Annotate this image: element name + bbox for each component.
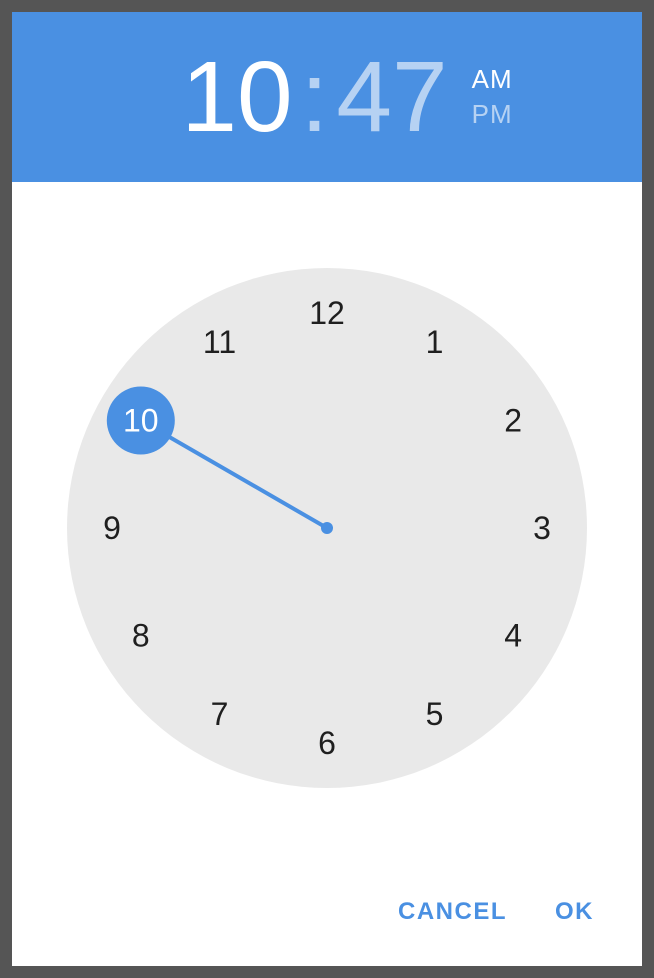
ampm-toggle: AM PM: [472, 64, 513, 130]
clock-hour-6[interactable]: 6: [318, 725, 336, 761]
clock-hour-5[interactable]: 5: [426, 696, 444, 732]
clock-hour-11[interactable]: 11: [203, 324, 236, 360]
minute-value[interactable]: 47: [336, 47, 447, 147]
clock-hour-8[interactable]: 8: [132, 618, 150, 654]
clock-body: 121234567891011: [12, 182, 642, 874]
dialog-actions: CANCEL OK: [12, 874, 642, 966]
clock-hour-9[interactable]: 9: [103, 510, 121, 546]
hour-value[interactable]: 10: [181, 47, 292, 147]
clock-hour-2[interactable]: 2: [504, 403, 522, 439]
clock-hour-3[interactable]: 3: [533, 510, 551, 546]
clock-hour-4[interactable]: 4: [504, 618, 522, 654]
clock-hour-7[interactable]: 7: [211, 696, 229, 732]
pm-option[interactable]: PM: [472, 99, 513, 130]
clock-face[interactable]: 121234567891011: [67, 268, 587, 788]
clock-hour-12[interactable]: 12: [309, 295, 345, 331]
time-display: 10 : 47 AM PM: [181, 47, 512, 147]
ok-button[interactable]: OK: [555, 898, 594, 926]
am-option[interactable]: AM: [472, 64, 513, 95]
time-header: 10 : 47 AM PM: [12, 12, 642, 182]
clock-hour-10[interactable]: 10: [123, 403, 159, 439]
time-colon: :: [301, 47, 329, 147]
cancel-button[interactable]: CANCEL: [398, 898, 507, 926]
clock-hour-1[interactable]: 1: [426, 324, 444, 360]
time-picker-dialog: 10 : 47 AM PM 121234567891011 CANCEL OK: [12, 12, 642, 966]
